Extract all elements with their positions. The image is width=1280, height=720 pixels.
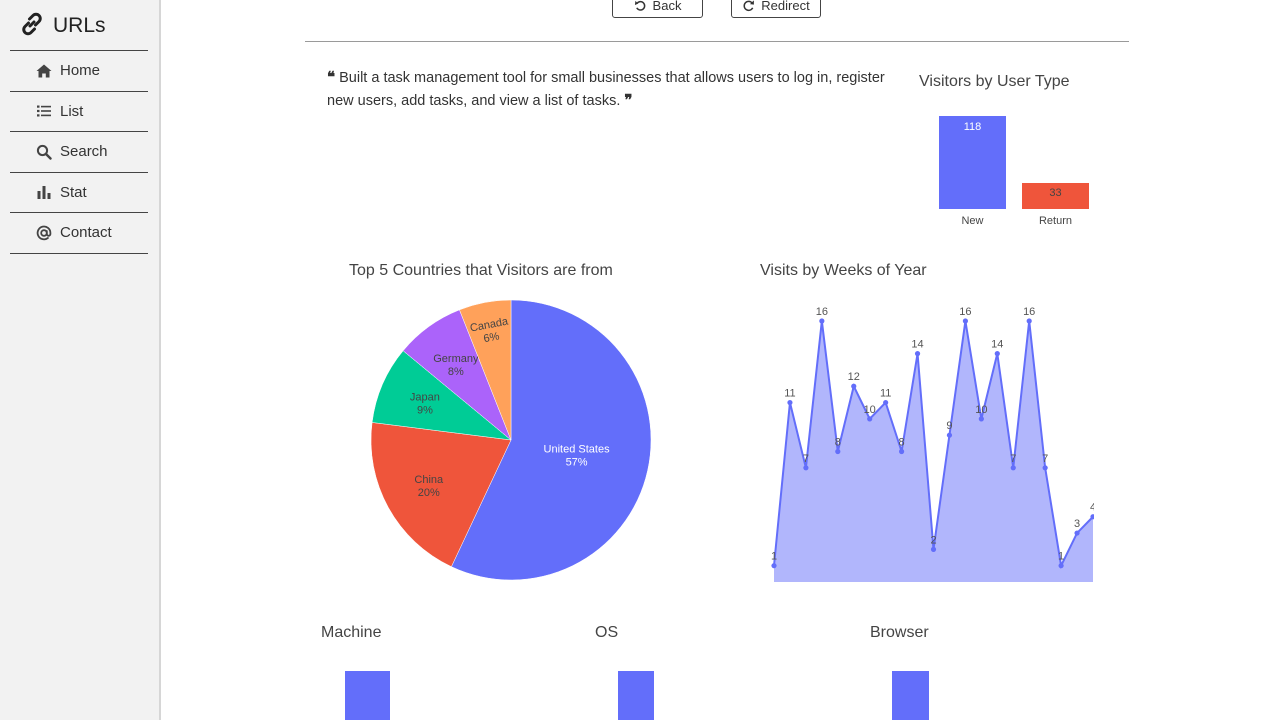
area-value-label: 14 xyxy=(991,339,1003,351)
area-point xyxy=(787,399,793,406)
area-point xyxy=(1042,465,1048,471)
area-point xyxy=(771,563,777,569)
undo-icon xyxy=(634,0,645,11)
svg-text:Germany: Germany xyxy=(433,353,479,365)
area-point xyxy=(1090,514,1094,520)
redirect-button-label: Redirect xyxy=(761,0,810,13)
area-value-label: 16 xyxy=(816,306,828,318)
area-point xyxy=(978,416,984,422)
redirect-button[interactable]: Redirect xyxy=(731,0,821,18)
area-point xyxy=(930,546,937,552)
project-description: ❝ Built a task management tool for small… xyxy=(327,66,892,112)
back-button[interactable]: Back xyxy=(612,0,703,18)
area-point xyxy=(883,399,889,406)
area-value-label: 3 xyxy=(1074,518,1080,530)
sidebar-item-contact[interactable]: Contact xyxy=(10,213,148,254)
area-point xyxy=(1058,563,1064,569)
sidebar-item-stat[interactable]: Stat xyxy=(10,173,148,213)
area-value-label: 12 xyxy=(848,371,860,383)
area-value-label: 10 xyxy=(975,404,987,416)
chart-title-weeks: Visits by Weeks of Year xyxy=(760,262,927,279)
svg-text:9%: 9% xyxy=(417,405,433,417)
chart-title-os: OS xyxy=(595,624,619,641)
sidebar-item-label: Search xyxy=(60,143,108,161)
area-value-label: 8 xyxy=(835,436,841,448)
area-value-label: 7 xyxy=(1010,453,1016,465)
os-bar xyxy=(618,671,654,720)
svg-text:United States: United States xyxy=(544,444,611,456)
area-point xyxy=(914,351,921,357)
sidebar-item-list[interactable]: List xyxy=(10,92,148,132)
pie-label: China20% xyxy=(414,474,444,499)
link-icon xyxy=(19,11,45,42)
area-value-label: 14 xyxy=(911,339,923,351)
browser-bar xyxy=(892,671,929,720)
sidebar: URLs Home List Search Stat Contact xyxy=(0,0,161,720)
area-value-label: 1 xyxy=(771,551,777,563)
countries-pie-chart: United States57% China20% Japan9% Germany8%… xyxy=(370,299,652,581)
area-value-label: 7 xyxy=(1042,453,1048,465)
user-type-bar-chart: 118 New 33 Return xyxy=(939,116,1089,227)
bar-category-label: New xyxy=(961,215,983,227)
chart-title-machine: Machine xyxy=(321,624,382,641)
bar-chart-icon xyxy=(37,186,51,200)
area-point xyxy=(946,432,953,438)
redo-icon xyxy=(743,0,755,11)
area-value-label: 2 xyxy=(930,534,936,546)
sidebar-item-search[interactable]: Search xyxy=(10,132,148,173)
back-button-label: Back xyxy=(652,0,682,13)
brand-title: URLs xyxy=(53,14,106,37)
area-value-label: 8 xyxy=(899,436,905,448)
sidebar-item-home[interactable]: Home xyxy=(10,51,148,92)
sidebar-item-label: List xyxy=(60,102,84,120)
area-point xyxy=(899,448,905,455)
area-value-label: 4 xyxy=(1090,502,1096,514)
area-point xyxy=(994,351,1000,357)
divider xyxy=(305,41,1129,42)
area-point xyxy=(835,448,841,455)
area-point xyxy=(819,318,825,324)
area-value-label: 10 xyxy=(864,404,876,416)
bar-category-label: Return xyxy=(1039,215,1072,227)
area-point xyxy=(1010,465,1016,471)
svg-text:20%: 20% xyxy=(418,487,440,499)
area-value-label: 16 xyxy=(1023,306,1035,318)
sidebar-nav: Home List Search Stat Contact xyxy=(10,50,148,254)
area-point xyxy=(803,465,809,471)
sidebar-item-label: Stat xyxy=(60,183,87,201)
area-value-label: 7 xyxy=(803,453,809,465)
area-value-label: 1 xyxy=(1058,551,1064,563)
weeks-area-chart: 1117168121011814291610147167134 xyxy=(771,306,1096,582)
chart-title-user-type: Visitors by User Type xyxy=(919,73,1070,90)
area-value-label: 11 xyxy=(880,388,891,400)
svg-text:China: China xyxy=(414,474,444,486)
bar-value-label: 33 xyxy=(1049,187,1061,199)
chart-title-countries: Top 5 Countries that Visitors are from xyxy=(349,262,613,279)
chart-title-browser: Browser xyxy=(870,624,929,641)
quote-open-icon: ❝ xyxy=(327,68,336,86)
area-point xyxy=(1074,530,1080,536)
sidebar-item-label: Contact xyxy=(60,224,112,242)
area-value-label: 9 xyxy=(946,420,952,432)
area-point xyxy=(962,318,968,324)
svg-text:Japan: Japan xyxy=(410,392,440,404)
svg-text:57%: 57% xyxy=(566,457,588,469)
area-point xyxy=(851,383,857,389)
description-text: Built a task management tool for small b… xyxy=(327,70,885,109)
area-point xyxy=(1026,318,1032,324)
bar-value-label: 118 xyxy=(964,121,982,133)
search-icon xyxy=(36,144,52,160)
area-point xyxy=(867,416,873,422)
area-value-label: 11 xyxy=(784,388,795,400)
brand[interactable]: URLs xyxy=(19,12,106,40)
quote-close-icon: ❞ xyxy=(624,91,633,109)
home-icon xyxy=(36,64,52,78)
svg-text:8%: 8% xyxy=(448,366,464,378)
sidebar-item-label: Home xyxy=(60,62,101,80)
area-value-label: 16 xyxy=(959,306,971,318)
list-icon xyxy=(37,105,51,117)
at-icon xyxy=(36,225,52,240)
machine-bar xyxy=(345,671,390,720)
